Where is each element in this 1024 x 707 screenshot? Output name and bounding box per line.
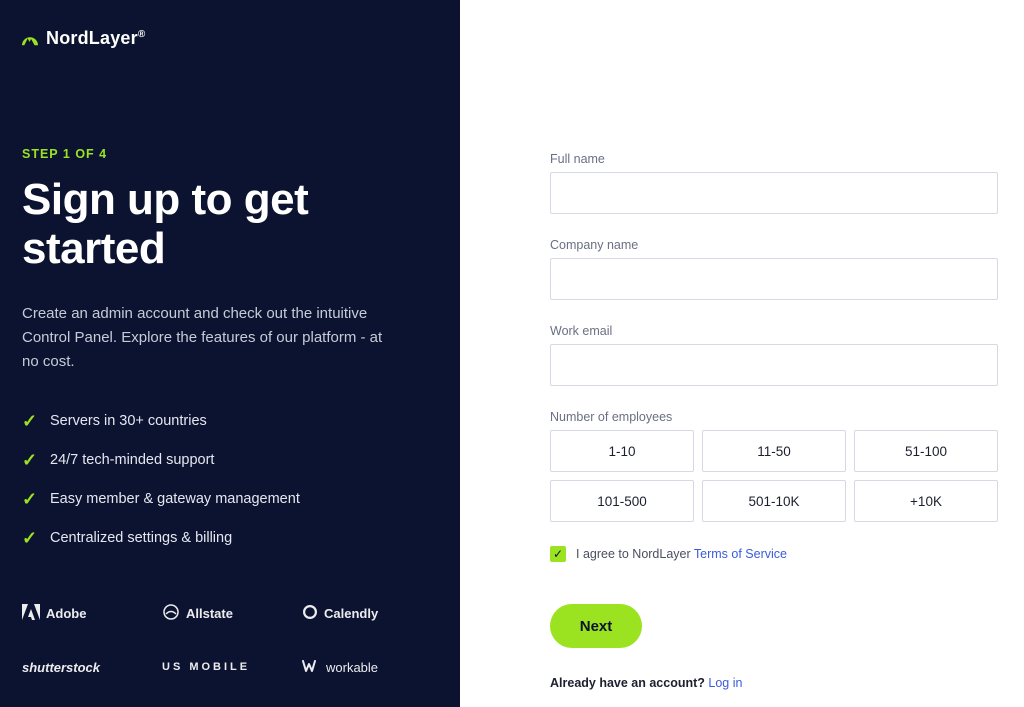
page-subtitle: Create an admin account and check out th… — [22, 302, 402, 374]
emp-option-51-100[interactable]: 51-100 — [854, 430, 998, 472]
field-email: Work email — [550, 324, 1000, 386]
field-employees: Number of employees 1-10 11-50 51-100 10… — [550, 410, 1000, 522]
login-link[interactable]: Log in — [708, 676, 742, 690]
fullname-input[interactable] — [550, 172, 998, 214]
emp-option-11-50[interactable]: 11-50 — [702, 430, 846, 472]
allstate-icon — [162, 604, 180, 623]
step-indicator: STEP 1 OF 4 — [22, 147, 432, 161]
checkmark-icon: ✓ — [22, 489, 36, 510]
feature-item: ✓ Easy member & gateway management — [22, 480, 432, 519]
fullname-label: Full name — [550, 152, 1000, 166]
brand-adobe: Adobe — [22, 604, 152, 623]
already-account: Already have an account? Log in — [550, 676, 1000, 690]
brand-allstate: Allstate — [162, 604, 292, 623]
email-input[interactable] — [550, 344, 998, 386]
terms-link[interactable]: Terms of Service — [694, 547, 787, 561]
employees-label: Number of employees — [550, 410, 1000, 424]
info-panel: NordLayer® STEP 1 OF 4 Sign up to get st… — [0, 0, 460, 707]
feature-item: ✓ 24/7 tech-minded support — [22, 441, 432, 480]
brand-logo: NordLayer® — [22, 28, 432, 49]
terms-checkbox[interactable]: ✓ — [550, 546, 566, 562]
terms-text: I agree to NordLayer Terms of Service — [576, 547, 787, 561]
email-label: Work email — [550, 324, 1000, 338]
brand-calendly: Calendly — [302, 604, 432, 623]
feature-list: ✓ Servers in 30+ countries ✓ 24/7 tech-m… — [22, 402, 432, 558]
brand-shutterstock: shutterstock — [22, 660, 152, 675]
signup-form: Full name Company name Work email Number… — [460, 0, 1024, 707]
brand-usmobile: US MOBILE — [162, 661, 292, 673]
terms-row: ✓ I agree to NordLayer Terms of Service — [550, 546, 1000, 562]
calendly-icon — [302, 604, 318, 623]
field-fullname: Full name — [550, 152, 1000, 214]
checkmark-icon: ✓ — [22, 411, 36, 432]
emp-option-10k[interactable]: +10K — [854, 480, 998, 522]
emp-option-101-500[interactable]: 101-500 — [550, 480, 694, 522]
page-title: Sign up to get started — [22, 175, 432, 274]
mountain-icon — [22, 31, 38, 47]
feature-item: ✓ Centralized settings & billing — [22, 519, 432, 558]
brand-name: NordLayer® — [46, 28, 145, 49]
workable-icon — [302, 659, 320, 676]
company-label: Company name — [550, 238, 1000, 252]
next-button[interactable]: Next — [550, 604, 642, 648]
feature-item: ✓ Servers in 30+ countries — [22, 402, 432, 441]
adobe-icon — [22, 604, 40, 623]
company-input[interactable] — [550, 258, 998, 300]
checkmark-icon: ✓ — [22, 450, 36, 471]
emp-option-501-10k[interactable]: 501-10K — [702, 480, 846, 522]
field-company: Company name — [550, 238, 1000, 300]
customer-brands: Adobe Allstate Calendly shutterstock US … — [22, 604, 432, 676]
emp-option-1-10[interactable]: 1-10 — [550, 430, 694, 472]
brand-workable: workable — [302, 659, 432, 676]
checkmark-icon: ✓ — [22, 528, 36, 549]
